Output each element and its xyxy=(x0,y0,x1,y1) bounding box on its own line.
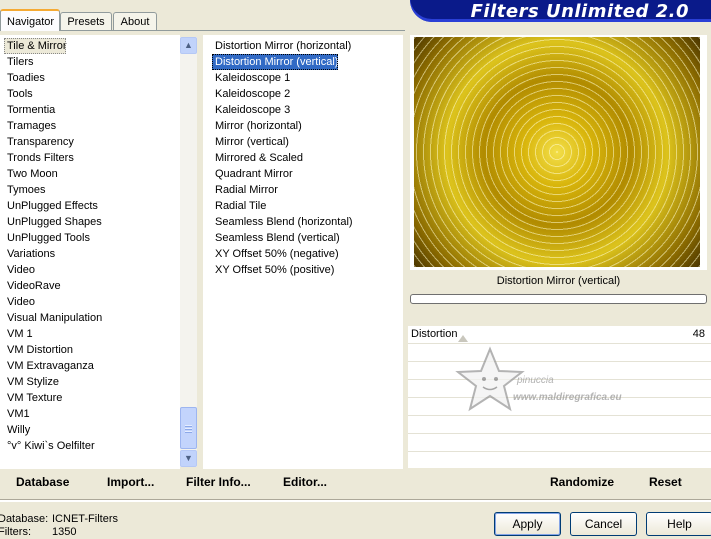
tab-about[interactable]: About xyxy=(113,12,157,30)
scroll-up-button[interactable]: ▲ xyxy=(180,37,197,54)
slider-distortion[interactable]: Distortion 48 xyxy=(408,326,711,344)
category-item[interactable]: VM 1 xyxy=(0,326,33,342)
category-item[interactable]: Willy xyxy=(0,422,30,438)
filter-item[interactable]: XY Offset 50% (positive) xyxy=(212,262,334,278)
preview-caption: Distortion Mirror (vertical) xyxy=(496,275,621,287)
category-item[interactable]: UnPlugged Tools xyxy=(0,230,90,246)
filter-item[interactable]: Kaleidoscope 2 xyxy=(212,86,290,102)
star-icon xyxy=(455,346,525,412)
category-item[interactable]: Variations xyxy=(0,246,55,262)
category-item[interactable]: Tools xyxy=(0,86,33,102)
preview-image xyxy=(414,37,700,267)
filters-count-value: 1350 xyxy=(52,526,77,538)
category-item[interactable]: Tilers xyxy=(0,54,33,70)
slider-row-empty xyxy=(408,416,711,434)
database-value: ICNET-Filters xyxy=(52,513,118,525)
category-item[interactable]: UnPlugged Effects xyxy=(0,198,98,214)
filter-item[interactable]: Mirror (horizontal) xyxy=(212,118,302,134)
filter-item[interactable]: Radial Tile xyxy=(212,198,266,214)
reset-button[interactable]: Reset xyxy=(649,475,682,489)
slider-row-empty xyxy=(408,434,711,452)
app-banner: Filters Unlimited 2.0 xyxy=(410,0,711,22)
filter-item[interactable]: Radial Mirror xyxy=(212,182,278,198)
filter-item[interactable]: Seamless Blend (horizontal) xyxy=(212,214,353,230)
category-item[interactable]: Video xyxy=(0,294,35,310)
watermark-url: www.maldiregrafica.eu xyxy=(513,392,622,403)
filters-count-label: Filters: xyxy=(0,526,31,538)
scroll-thumb[interactable] xyxy=(180,407,197,449)
filter-item[interactable]: Kaleidoscope 3 xyxy=(212,102,290,118)
filter-item[interactable]: XY Offset 50% (negative) xyxy=(212,246,339,262)
category-item[interactable]: VideoRave xyxy=(0,278,61,294)
tab-presets[interactable]: Presets xyxy=(60,12,112,30)
help-button[interactable]: Help xyxy=(646,512,711,536)
filter-item[interactable]: Distortion Mirror (vertical) xyxy=(212,54,339,70)
import-button[interactable]: Import... xyxy=(107,475,154,489)
tab-navigator[interactable]: Navigator xyxy=(0,9,60,31)
category-item[interactable]: Tormentia xyxy=(0,102,55,118)
slider-value: 48 xyxy=(692,328,705,340)
bottom-divider xyxy=(0,499,711,502)
category-item[interactable]: VM1 xyxy=(0,406,30,422)
thumb-grip xyxy=(185,428,192,429)
slider-label: Distortion xyxy=(411,328,458,340)
category-item[interactable]: VM Texture xyxy=(0,390,62,406)
slider-row-empty xyxy=(408,452,711,470)
database-button[interactable]: Database xyxy=(16,475,69,489)
category-item[interactable]: VM Distortion xyxy=(0,342,73,358)
filter-item[interactable]: Mirror (vertical) xyxy=(212,134,289,150)
chevron-up-icon: ▲ xyxy=(184,40,193,50)
preview-frame xyxy=(410,35,707,270)
category-item[interactable]: VM Stylize xyxy=(0,374,59,390)
category-item[interactable]: Tymoes xyxy=(0,182,46,198)
editor-button[interactable]: Editor... xyxy=(283,475,327,489)
watermark: pinuccia www.maldiregrafica.eu xyxy=(455,345,655,415)
category-item[interactable]: Tronds Filters xyxy=(0,150,74,166)
category-scrollbar[interactable]: ▲ ▼ xyxy=(180,37,197,467)
thumb-grip xyxy=(185,431,192,432)
category-list[interactable]: Tile & Mirror Tilers Toadies Tools Tormentia… xyxy=(0,35,180,469)
scroll-down-button[interactable]: ▼ xyxy=(180,450,197,467)
category-item[interactable]: Video xyxy=(0,262,35,278)
apply-button[interactable]: Apply xyxy=(494,512,561,536)
filter-info-button[interactable]: Filter Info... xyxy=(186,475,251,489)
slider-thumb[interactable] xyxy=(458,335,468,342)
filter-item[interactable]: Seamless Blend (vertical) xyxy=(212,230,340,246)
database-label: Database: xyxy=(0,513,49,525)
category-item[interactable]: Tile & Mirror xyxy=(4,38,67,54)
filter-list[interactable]: Distortion Mirror (horizontal) Distortion… xyxy=(203,35,403,469)
thumb-grip xyxy=(185,425,192,426)
cancel-button[interactable]: Cancel xyxy=(570,512,637,536)
category-item[interactable]: Tramages xyxy=(0,118,56,134)
filter-item[interactable]: Mirrored & Scaled xyxy=(212,150,303,166)
tab-strip-line xyxy=(0,30,405,31)
app-title: Filters Unlimited 2.0 xyxy=(470,1,689,22)
progress-bar xyxy=(410,294,707,304)
randomize-button[interactable]: Randomize xyxy=(550,475,614,489)
filter-item[interactable]: Distortion Mirror (horizontal) xyxy=(212,38,351,54)
category-item[interactable]: Toadies xyxy=(0,70,45,86)
category-item[interactable]: Visual Manipulation xyxy=(0,310,102,326)
watermark-name: pinuccia xyxy=(517,375,554,386)
filter-item[interactable]: Kaleidoscope 1 xyxy=(212,70,290,86)
category-item[interactable]: UnPlugged Shapes xyxy=(0,214,102,230)
category-item[interactable]: °v° Kiwi`s Oelfilter xyxy=(0,438,95,454)
filter-item[interactable]: Quadrant Mirror xyxy=(212,166,293,182)
category-item[interactable]: VM Extravaganza xyxy=(0,358,94,374)
category-item[interactable]: Two Moon xyxy=(0,166,58,182)
chevron-down-icon: ▼ xyxy=(184,453,193,463)
category-item[interactable]: Transparency xyxy=(0,134,74,150)
